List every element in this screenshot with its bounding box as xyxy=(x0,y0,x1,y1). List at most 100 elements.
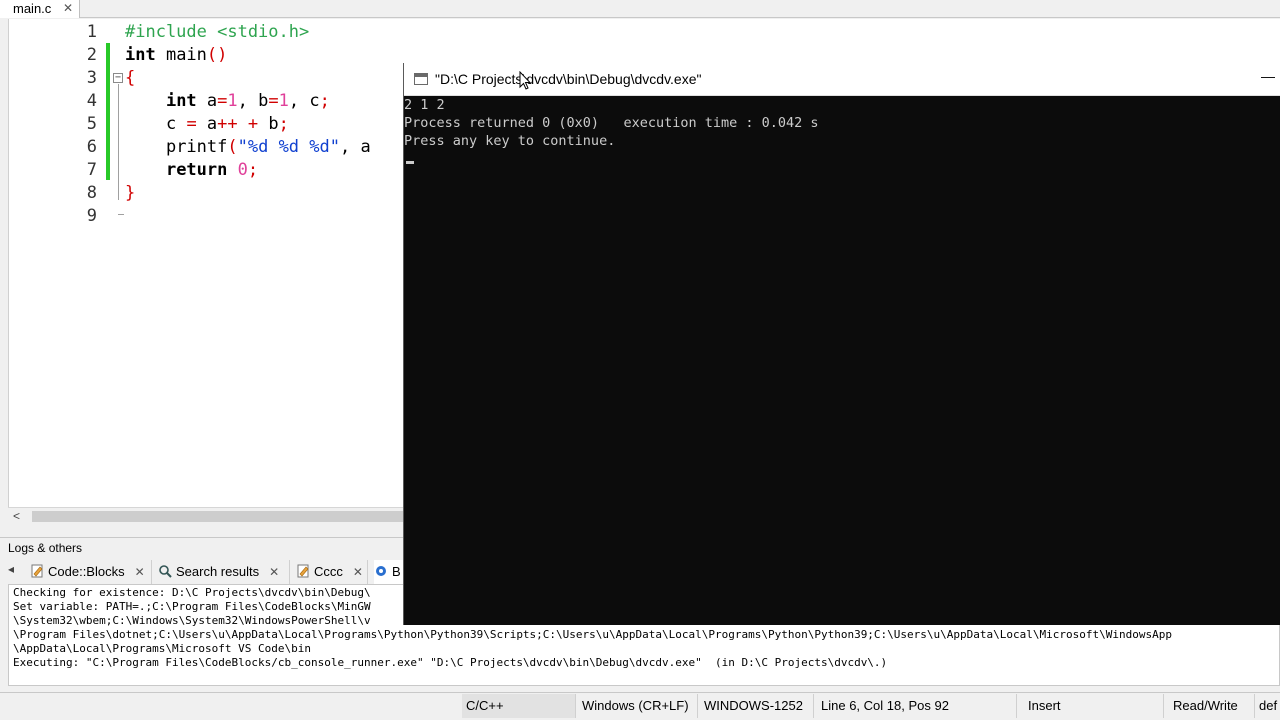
tab-search-results[interactable]: Search results ✕ xyxy=(158,560,290,584)
scroll-left-icon[interactable]: < xyxy=(13,509,20,523)
operator: = xyxy=(217,91,228,111)
tab-scroll-left-icon[interactable]: ◂ xyxy=(8,562,14,576)
editor-tab-bar: main.c ✕ xyxy=(0,0,1280,18)
identifier: b xyxy=(258,114,279,134)
code-line-2: int main() xyxy=(125,45,227,65)
fold-guide-end xyxy=(118,214,124,215)
log-line: Executing: "C:\Program Files\CodeBlocks/… xyxy=(13,656,888,669)
tab-label: B xyxy=(392,564,401,579)
console-window[interactable]: "D:\C Projects\dvcdv\bin\Debug\dvcdv.exe… xyxy=(403,63,1280,625)
scrollbar-thumb[interactable] xyxy=(32,511,411,522)
line-number: 2 xyxy=(86,45,97,65)
operator: ; xyxy=(319,91,330,111)
log-line: \Program Files\dotnet;C:\Users\u\AppData… xyxy=(13,628,1172,641)
line-number: 7 xyxy=(86,160,97,180)
tab-label: Cccc xyxy=(314,564,343,579)
console-output-line: 2 1 2 xyxy=(404,97,445,113)
status-access: Read/Write xyxy=(1169,694,1255,718)
identifier: c xyxy=(165,114,187,134)
operator: + xyxy=(247,114,259,134)
status-cursor-position: Line 6, Col 18, Pos 92 xyxy=(817,694,1017,718)
operator: ( xyxy=(227,137,238,157)
mouse-pointer-icon xyxy=(519,71,531,90)
status-line-endings: Windows (CR+LF) xyxy=(578,694,698,718)
editor-horizontal-scrollbar[interactable]: < xyxy=(8,507,411,525)
console-output-line: Process returned 0 (0x0) execution time … xyxy=(404,115,819,131)
number-literal: 1 xyxy=(278,91,289,111)
preprocessor-directive: #include <stdio.h> xyxy=(125,22,310,42)
line-number: 5 xyxy=(86,114,97,134)
console-app-icon xyxy=(414,73,428,85)
operator: () xyxy=(206,45,228,65)
function-name: printf xyxy=(165,137,228,157)
tab-label: main.c xyxy=(13,1,52,16)
operator: = xyxy=(186,114,197,134)
log-line: \System32\wbem;C:\Windows\System32\Windo… xyxy=(13,614,371,627)
log-line: \AppData\Local\Programs\Microsoft VS Cod… xyxy=(13,642,312,655)
identifier: , c xyxy=(288,91,320,111)
line-number: 8 xyxy=(86,183,97,203)
identifier: a xyxy=(196,114,218,134)
console-title: "D:\C Projects\dvcdv\bin\Debug\dvcdv.exe… xyxy=(435,71,702,87)
code-line-4: int a=1, b=1, c; xyxy=(125,91,330,111)
tab-close-icon[interactable]: ✕ xyxy=(353,565,363,579)
console-title-bar[interactable]: "D:\C Projects\dvcdv\bin\Debug\dvcdv.exe… xyxy=(404,63,1280,96)
gear-icon xyxy=(376,566,386,576)
line-number: 1 xyxy=(86,22,97,42)
operator: ; xyxy=(247,160,259,180)
brace: { xyxy=(125,68,136,88)
keyword: return xyxy=(165,160,228,180)
tab-build-log[interactable]: B xyxy=(374,560,404,584)
line-number: 6 xyxy=(86,137,97,157)
tab-cccc[interactable]: Cccc ✕ xyxy=(296,560,368,584)
status-bar: C/C++ Windows (CR+LF) WINDOWS-1252 Line … xyxy=(0,692,1280,720)
tab-label: Search results xyxy=(176,564,260,579)
operator: ; xyxy=(278,114,289,134)
code-line-3: { xyxy=(125,68,135,88)
line-number: 9 xyxy=(86,206,97,226)
keyword: int xyxy=(125,45,156,65)
console-cursor xyxy=(406,161,414,164)
fold-guide xyxy=(118,84,119,200)
tab-close-icon[interactable]: ✕ xyxy=(269,565,279,579)
identifier: main xyxy=(155,45,207,65)
fold-collapse-icon[interactable]: − xyxy=(113,73,123,83)
code-line-7: return 0; xyxy=(125,160,258,180)
tab-close-icon[interactable]: ✕ xyxy=(63,0,73,17)
status-insert-mode: Insert xyxy=(1024,694,1164,718)
code-line-5: c = a++ + b; xyxy=(125,114,289,134)
status-extra: def xyxy=(1259,698,1278,713)
keyword: int xyxy=(165,91,197,111)
operator: = xyxy=(268,91,279,111)
code-line-1: #include <stdio.h> xyxy=(125,22,309,42)
tab-main-c[interactable]: main.c ✕ xyxy=(0,0,80,18)
identifier: a xyxy=(196,91,218,111)
code-line-8: } xyxy=(125,183,135,203)
tab-close-icon[interactable]: ✕ xyxy=(135,565,145,579)
document-pencil-icon xyxy=(31,564,43,578)
brace: } xyxy=(125,183,136,203)
log-line: Checking for existence: D:\C Projects\dv… xyxy=(13,586,371,599)
status-encoding: WINDOWS-1252 xyxy=(700,694,814,718)
number-literal: 1 xyxy=(227,91,238,111)
tab-codeblocks[interactable]: Code::Blocks ✕ xyxy=(30,560,152,584)
tab-label: Code::Blocks xyxy=(48,564,125,579)
line-number: 4 xyxy=(86,91,97,111)
document-pencil-icon xyxy=(297,564,309,578)
log-line: Set variable: PATH=.;C:\Program Files\Co… xyxy=(13,600,371,613)
minimize-icon[interactable]: — xyxy=(1261,68,1275,84)
string-literal: "%d %d %d" xyxy=(237,137,340,157)
identifier: , a xyxy=(339,137,371,157)
number-literal: 0 xyxy=(237,160,248,180)
line-number: 3 xyxy=(86,68,97,88)
console-output-line: Press any key to continue. xyxy=(404,133,616,149)
change-marker-bar xyxy=(106,43,110,180)
logs-panel-title: Logs & others xyxy=(8,541,83,555)
status-language: C/C++ xyxy=(462,694,576,718)
